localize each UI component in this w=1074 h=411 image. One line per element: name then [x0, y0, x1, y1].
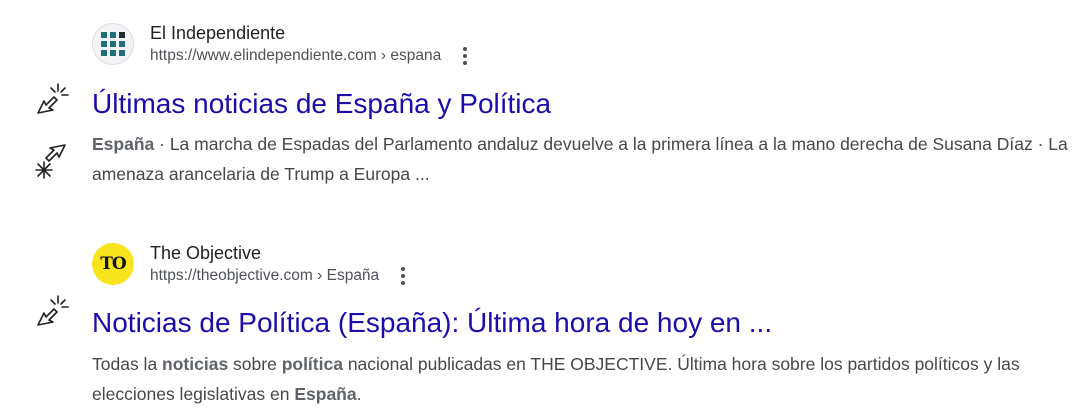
- snippet-bold: España: [294, 384, 357, 404]
- theobjective-favicon: TO: [92, 243, 134, 285]
- result-snippet: Todas la noticias sobre política naciona…: [92, 349, 1072, 409]
- url-line: https://theobjective.com › España: [150, 265, 409, 287]
- result-title-link[interactable]: Últimas noticias de España y Política: [92, 87, 551, 121]
- result-site-row[interactable]: El Independiente https://www.elindependi…: [92, 21, 471, 67]
- snippet-text: sobre: [228, 354, 282, 374]
- click-cursor-icon: [37, 83, 69, 114]
- site-meta: El Independiente https://www.elindependi…: [150, 22, 471, 67]
- grid-logo-icon: [101, 32, 125, 56]
- snippet-text: .: [356, 384, 362, 404]
- result-site-row[interactable]: TO The Objective https://theobjective.co…: [92, 241, 409, 287]
- snippet-text: Todas la: [92, 354, 163, 374]
- snippet-bold: noticias: [162, 354, 229, 374]
- site-name: El Independiente: [150, 22, 286, 43]
- snippet-bold: política: [281, 354, 343, 374]
- url-line: https://www.elindependiente.com › espana: [150, 45, 471, 67]
- more-vert-icon[interactable]: [459, 46, 471, 66]
- more-vert-icon[interactable]: [397, 266, 409, 286]
- click-cursor-icon: [37, 295, 69, 326]
- click-cursor-icon: [35, 144, 66, 179]
- site-url: https://theobjective.com › España: [150, 266, 380, 284]
- result-title-link[interactable]: Noticias de Política (España): Última ho…: [92, 306, 772, 340]
- favicon-text: TO: [100, 254, 126, 274]
- snippet-bold: España: [92, 134, 155, 154]
- search-results-page: El Independiente https://www.elindependi…: [0, 0, 1074, 411]
- site-meta: The Objective https://theobjective.com ›…: [150, 242, 409, 287]
- site-name: The Objective: [150, 242, 262, 263]
- snippet-text: La marcha de Espadas del Parlamento anda…: [92, 134, 1068, 184]
- snippet-separator: ·: [154, 134, 170, 154]
- site-url: https://www.elindependiente.com › espana: [150, 46, 442, 64]
- elindependiente-favicon: [92, 23, 134, 65]
- result-snippet: España · La marcha de Espadas del Parlam…: [92, 129, 1072, 189]
